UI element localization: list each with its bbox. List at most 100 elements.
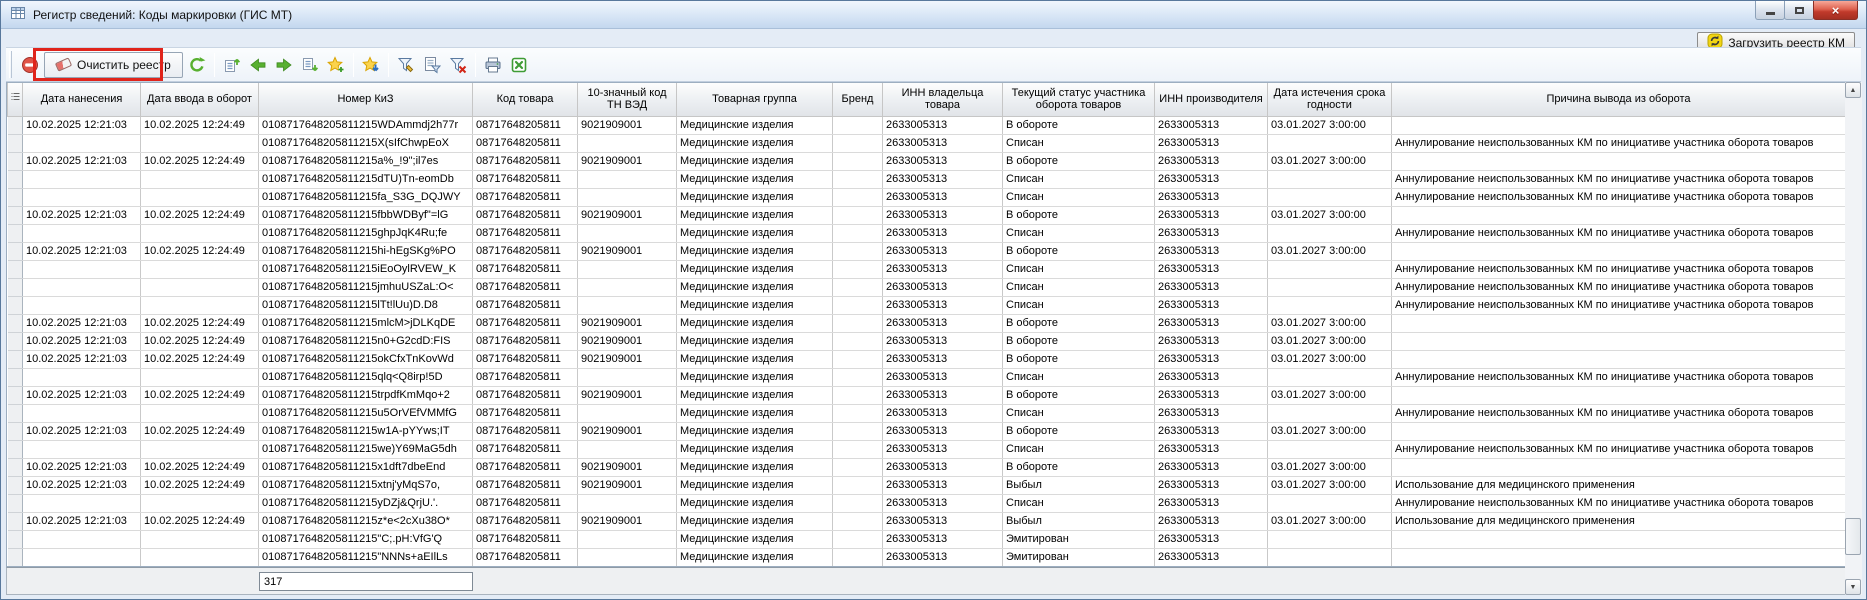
cell-kiz-number[interactable]: 0108717648205811215n0+G2cdD:FIS	[259, 332, 473, 350]
prev-record-button[interactable]	[246, 52, 270, 78]
cell-selector[interactable]	[8, 278, 23, 296]
cell-date-in-circulation[interactable]: 10.02.2025 12:24:49	[141, 314, 259, 332]
cell-product-group[interactable]: Медицинские изделия	[677, 458, 833, 476]
cell-producer-inn[interactable]: 2633005313	[1155, 278, 1268, 296]
cell-product-group[interactable]: Медицинские изделия	[677, 152, 833, 170]
cell-product-group[interactable]: Медицинские изделия	[677, 530, 833, 548]
cell-kiz-number[interactable]: 0108717648205811215jmhuUSZaL:O<	[259, 278, 473, 296]
column-header-participant-status[interactable]: Текущий статус участника оборота товаров	[1003, 83, 1155, 116]
cell-tnved-code[interactable]	[578, 440, 677, 458]
cell-participant-status[interactable]: Списан	[1003, 494, 1155, 512]
cell-selector[interactable]	[8, 386, 23, 404]
table-row[interactable]: 10.02.2025 12:21:0310.02.2025 12:24:4901…	[8, 386, 1846, 404]
table-row[interactable]: 0108717648205811215fa_S3G_DQJWY087176482…	[8, 188, 1846, 206]
column-header-kiz-number[interactable]: Номер КиЗ	[259, 83, 473, 116]
cell-expiry-date[interactable]	[1268, 260, 1392, 278]
cell-withdrawal-reason[interactable]: Использование для медицинского применени…	[1392, 476, 1846, 494]
table-row[interactable]: 0108717648205811215u5OrVEfVMMfG087176482…	[8, 404, 1846, 422]
cell-owner-inn[interactable]: 2633005313	[883, 512, 1003, 530]
clear-registry-button[interactable]: Очистить реестр	[44, 52, 183, 78]
cell-kiz-number[interactable]: 0108717648205811215iEoOylRVEW_K	[259, 260, 473, 278]
cell-tnved-code[interactable]	[578, 368, 677, 386]
cell-owner-inn[interactable]: 2633005313	[883, 242, 1003, 260]
cell-date-applied[interactable]: 10.02.2025 12:21:03	[23, 476, 141, 494]
cell-owner-inn[interactable]: 2633005313	[883, 296, 1003, 314]
cell-date-applied[interactable]: 10.02.2025 12:21:03	[23, 332, 141, 350]
table-row[interactable]: 10.02.2025 12:21:0310.02.2025 12:24:4901…	[8, 332, 1846, 350]
cell-owner-inn[interactable]: 2633005313	[883, 458, 1003, 476]
cell-kiz-number[interactable]: 0108717648205811215a%_!9";il7es	[259, 152, 473, 170]
cell-brand[interactable]	[833, 242, 883, 260]
cell-tnved-code[interactable]: 9021909001	[578, 350, 677, 368]
cell-kiz-number[interactable]: 0108717648205811215fbbWDByf"=lG	[259, 206, 473, 224]
cell-selector[interactable]	[8, 332, 23, 350]
cell-date-in-circulation[interactable]	[141, 296, 259, 314]
cell-expiry-date[interactable]: 03.01.2027 3:00:00	[1268, 476, 1392, 494]
filter-list-button[interactable]	[420, 52, 444, 78]
table-row[interactable]: 0108717648205811215dTU)Tn-eomDb087176482…	[8, 170, 1846, 188]
cell-owner-inn[interactable]: 2633005313	[883, 314, 1003, 332]
cell-product-code[interactable]: 08717648205811	[473, 116, 578, 134]
cell-brand[interactable]	[833, 314, 883, 332]
cell-brand[interactable]	[833, 332, 883, 350]
cell-brand[interactable]	[833, 278, 883, 296]
cell-withdrawal-reason[interactable]: Аннулирование неиспользованных КМ по ини…	[1392, 494, 1846, 512]
cell-kiz-number[interactable]: 0108717648205811215okCfxTnKovWd	[259, 350, 473, 368]
cell-expiry-date[interactable]: 03.01.2027 3:00:00	[1268, 242, 1392, 260]
stop-button[interactable]	[18, 52, 42, 78]
cell-withdrawal-reason[interactable]	[1392, 548, 1846, 566]
cell-participant-status[interactable]: В обороте	[1003, 314, 1155, 332]
cell-participant-status[interactable]: Списан	[1003, 296, 1155, 314]
cell-producer-inn[interactable]: 2633005313	[1155, 332, 1268, 350]
cell-selector[interactable]	[8, 440, 23, 458]
cell-owner-inn[interactable]: 2633005313	[883, 116, 1003, 134]
cell-date-applied[interactable]: 10.02.2025 12:21:03	[23, 458, 141, 476]
cell-withdrawal-reason[interactable]: Аннулирование неиспользованных КМ по ини…	[1392, 440, 1846, 458]
cell-withdrawal-reason[interactable]: Аннулирование неиспользованных КМ по ини…	[1392, 260, 1846, 278]
column-header-owner-inn[interactable]: ИНН владельца товара	[883, 83, 1003, 116]
cell-expiry-date[interactable]	[1268, 548, 1392, 566]
cell-kiz-number[interactable]: 0108717648205811215mlcM>jDLKqDE	[259, 314, 473, 332]
cell-expiry-date[interactable]: 03.01.2027 3:00:00	[1268, 206, 1392, 224]
cell-kiz-number[interactable]: 0108717648205811215w1A-pYYws;IT	[259, 422, 473, 440]
cell-product-code[interactable]: 08717648205811	[473, 512, 578, 530]
cell-product-group[interactable]: Медицинские изделия	[677, 350, 833, 368]
cell-date-in-circulation[interactable]	[141, 440, 259, 458]
cell-producer-inn[interactable]: 2633005313	[1155, 404, 1268, 422]
cell-owner-inn[interactable]: 2633005313	[883, 188, 1003, 206]
cell-brand[interactable]	[833, 476, 883, 494]
table-row[interactable]: 0108717648205811215qlq<Q8irp!5D087176482…	[8, 368, 1846, 386]
cell-date-in-circulation[interactable]	[141, 494, 259, 512]
cell-tnved-code[interactable]: 9021909001	[578, 386, 677, 404]
cell-participant-status[interactable]: В обороте	[1003, 386, 1155, 404]
cell-product-code[interactable]: 08717648205811	[473, 476, 578, 494]
cell-producer-inn[interactable]: 2633005313	[1155, 170, 1268, 188]
cell-owner-inn[interactable]: 2633005313	[883, 494, 1003, 512]
cell-product-group[interactable]: Медицинские изделия	[677, 332, 833, 350]
cell-product-code[interactable]: 08717648205811	[473, 548, 578, 566]
cell-kiz-number[interactable]: 0108717648205811215yDZj&QrjU.'.	[259, 494, 473, 512]
cell-withdrawal-reason[interactable]	[1392, 386, 1846, 404]
column-header-product-group[interactable]: Товарная группа	[677, 83, 833, 116]
cell-kiz-number[interactable]: 0108717648205811215xtnj'yMqS7o,	[259, 476, 473, 494]
cell-kiz-number[interactable]: 0108717648205811215u5OrVEfVMMfG	[259, 404, 473, 422]
cell-participant-status[interactable]: Эмитирован	[1003, 530, 1155, 548]
cell-tnved-code[interactable]: 9021909001	[578, 242, 677, 260]
table-row[interactable]: 10.02.2025 12:21:0310.02.2025 12:24:4901…	[8, 152, 1846, 170]
cell-selector[interactable]	[8, 116, 23, 134]
cell-tnved-code[interactable]	[578, 188, 677, 206]
cell-product-code[interactable]: 08717648205811	[473, 260, 578, 278]
cell-date-in-circulation[interactable]: 10.02.2025 12:24:49	[141, 422, 259, 440]
cell-owner-inn[interactable]: 2633005313	[883, 134, 1003, 152]
cell-product-code[interactable]: 08717648205811	[473, 404, 578, 422]
cell-tnved-code[interactable]: 9021909001	[578, 314, 677, 332]
cell-expiry-date[interactable]	[1268, 440, 1392, 458]
go-first-button[interactable]	[220, 52, 244, 78]
cell-owner-inn[interactable]: 2633005313	[883, 152, 1003, 170]
cell-brand[interactable]	[833, 422, 883, 440]
cell-product-group[interactable]: Медицинские изделия	[677, 296, 833, 314]
table-row[interactable]: 0108717648205811215"NNNs+aEIlLs087176482…	[8, 548, 1846, 566]
cell-tnved-code[interactable]	[578, 548, 677, 566]
cell-selector[interactable]	[8, 170, 23, 188]
cell-date-applied[interactable]	[23, 170, 141, 188]
